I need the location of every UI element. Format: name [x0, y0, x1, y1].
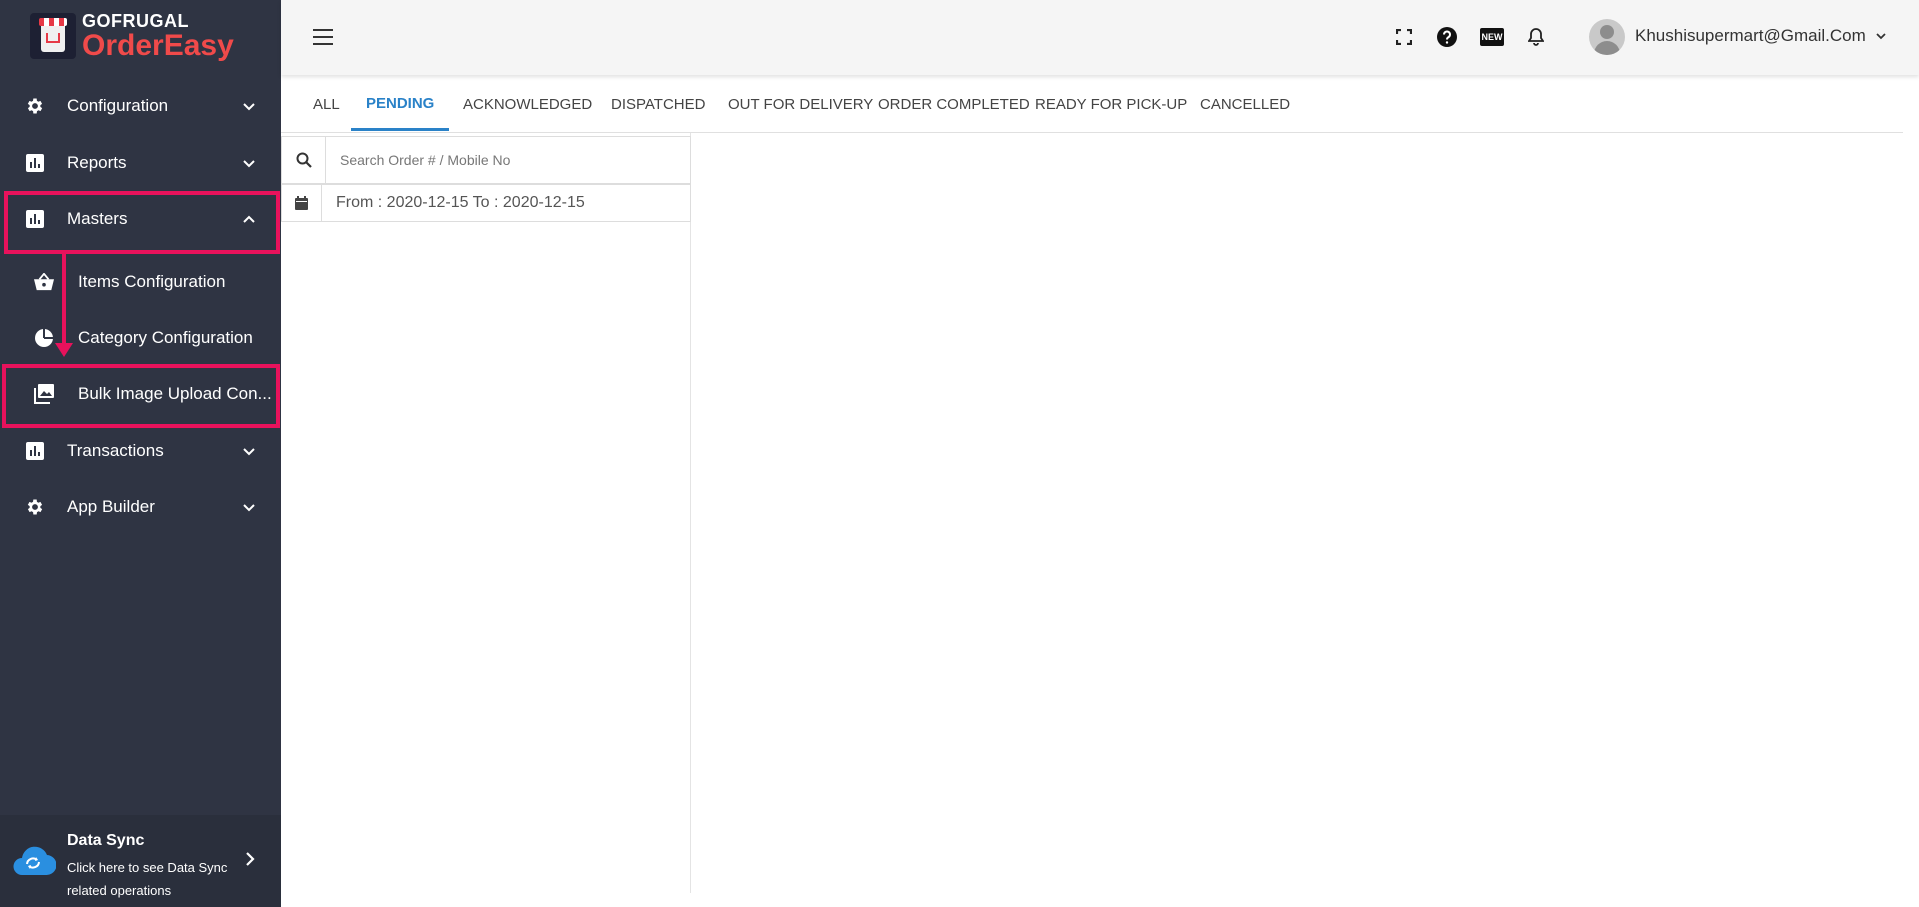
cloud-sync-icon	[13, 846, 56, 876]
tab-order-completed[interactable]: ORDER COMPLETED	[863, 78, 1045, 131]
search-bar	[281, 136, 691, 184]
sidebar-subitem-category-configuration[interactable]: Category Configuration	[0, 310, 281, 366]
sidebar-item-label: Transactions	[67, 441, 164, 460]
search-icon[interactable]	[282, 137, 326, 183]
gear-icon	[25, 96, 45, 116]
brand-name-line2: OrderEasy	[82, 28, 234, 62]
top-header: NEW Khushisupermart@Gmail.Com	[281, 0, 1919, 75]
tab-acknowledged[interactable]: ACKNOWLEDGED	[448, 78, 607, 131]
calendar-icon[interactable]	[282, 185, 322, 221]
tab-dispatched[interactable]: DISPATCHED	[596, 78, 720, 131]
order-status-tabs: ALL PENDING ACKNOWLEDGED DISPATCHED OUT …	[281, 78, 1903, 133]
data-sync-panel[interactable]: Data Sync Click here to see Data Sync re…	[0, 815, 281, 907]
app-logo[interactable]: GOFRUGAL OrderEasy	[0, 0, 281, 72]
sidebar-item-label: Reports	[67, 153, 127, 172]
sidebar-subitem-items-configuration[interactable]: Items Configuration	[0, 254, 281, 310]
new-badge-label: NEW	[1480, 28, 1504, 46]
help-icon[interactable]	[1436, 26, 1458, 48]
chevron-down-icon[interactable]	[1875, 31, 1887, 41]
chevron-down-icon	[243, 103, 255, 111]
date-range-text: From : 2020-12-15 To : 2020-12-15	[336, 194, 585, 211]
date-range-filter[interactable]: From : 2020-12-15 To : 2020-12-15	[281, 184, 691, 222]
order-detail-panel	[692, 133, 1919, 893]
sidebar-item-transactions[interactable]: Transactions	[0, 423, 281, 479]
masters-highlight-box	[4, 191, 280, 254]
sidebar-item-label: Items Configuration	[78, 272, 226, 291]
tab-pending[interactable]: PENDING	[351, 78, 450, 131]
bar-chart-icon	[25, 153, 45, 173]
annotation-arrow-head-icon	[55, 343, 73, 357]
data-sync-description: Click here to see Data Sync related oper…	[67, 860, 228, 898]
chevron-down-icon	[243, 504, 255, 512]
order-list-panel: From : 2020-12-15 To : 2020-12-15	[281, 133, 691, 893]
sidebar: GOFRUGAL OrderEasy Configuration Reports…	[0, 0, 281, 907]
chevron-down-icon	[243, 448, 255, 456]
search-input[interactable]	[328, 137, 688, 183]
hamburger-menu-icon[interactable]	[313, 29, 333, 45]
bell-icon[interactable]	[1525, 26, 1547, 48]
store-logo-icon	[30, 13, 76, 59]
annotation-arrow-line	[62, 254, 66, 349]
sidebar-item-label: Configuration	[67, 96, 169, 115]
tab-all[interactable]: ALL	[298, 78, 355, 131]
sidebar-item-label: App Builder	[67, 497, 155, 516]
bulk-upload-highlight-box	[2, 364, 280, 428]
sidebar-item-app-builder[interactable]: App Builder	[0, 479, 281, 535]
avatar[interactable]	[1589, 19, 1625, 55]
chevron-down-icon	[243, 160, 255, 168]
sidebar-item-configuration[interactable]: Configuration	[0, 78, 281, 134]
fullscreen-icon[interactable]	[1393, 26, 1415, 48]
sidebar-item-reports[interactable]: Reports	[0, 135, 281, 191]
tab-ready-for-pickup[interactable]: READY FOR PICK-UP	[1020, 78, 1202, 131]
sidebar-item-label: Category Configuration	[78, 328, 253, 347]
user-email[interactable]: Khushisupermart@Gmail.Com	[1635, 26, 1866, 46]
pie-chart-icon	[34, 328, 54, 348]
basket-icon	[34, 272, 54, 292]
tab-cancelled[interactable]: CANCELLED	[1185, 78, 1305, 131]
brand-name-line1: GOFRUGAL	[82, 10, 189, 31]
new-badge-icon[interactable]: NEW	[1480, 26, 1504, 48]
bar-chart-icon	[25, 441, 45, 461]
chevron-right-icon	[246, 852, 255, 866]
data-sync-title: Data Sync	[67, 832, 145, 849]
gear-icon	[25, 497, 45, 517]
